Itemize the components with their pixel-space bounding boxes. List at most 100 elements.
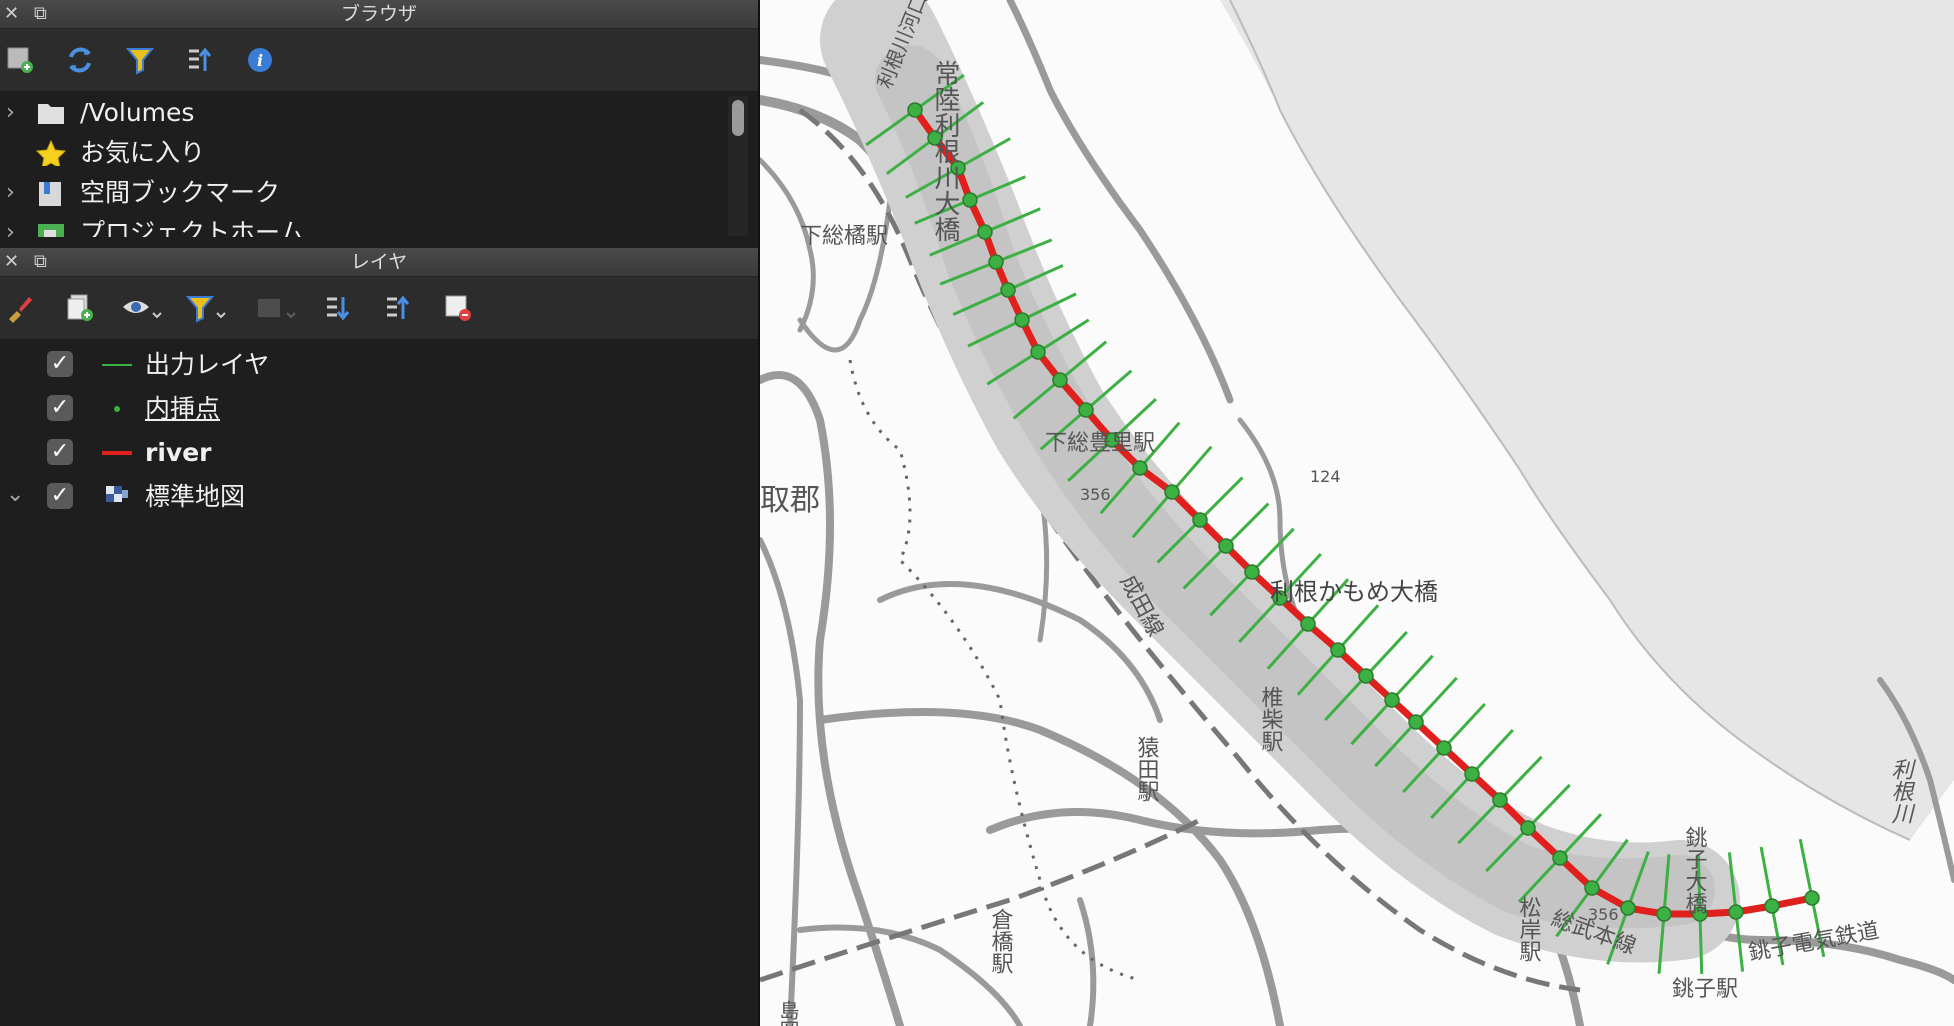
layer-row-standard-map[interactable]: ⌄ ✓ 標準地図 — [0, 478, 720, 516]
refresh-icon[interactable] — [60, 40, 100, 80]
interpolated-point — [1620, 900, 1636, 916]
interpolated-point — [1584, 880, 1600, 896]
folder-icon — [38, 104, 64, 124]
float-panel-icon[interactable]: ⧉ — [34, 248, 47, 276]
bookmark-icon — [39, 182, 61, 206]
chevron-right-icon[interactable]: › — [6, 94, 15, 132]
label-sarada-station: 猿田駅 — [1134, 736, 1160, 802]
layers-panel-title: レイヤ — [350, 251, 408, 273]
interpolated-point — [1728, 904, 1744, 920]
expand-all-icon[interactable] — [318, 288, 358, 328]
close-panel-icon[interactable]: ✕ — [4, 0, 19, 28]
layer-row-river[interactable]: ✓ river — [0, 434, 720, 472]
interpolated-point — [1014, 312, 1030, 328]
filter-icon[interactable] — [120, 40, 160, 80]
layer-visibility-checkbox[interactable]: ✓ — [47, 351, 73, 377]
interpolated-point — [988, 254, 1004, 270]
chevron-right-icon[interactable]: › — [6, 174, 15, 212]
raster-symbol-icon — [106, 486, 128, 502]
interpolated-point — [1358, 668, 1374, 684]
label-choshi-bridge: 銚子大橋 — [1682, 826, 1708, 914]
expression-filter-icon[interactable] — [252, 288, 302, 328]
interpolated-point — [1000, 282, 1016, 298]
label-shiiba-station: 椎柴駅 — [1258, 686, 1284, 752]
interpolated-point — [1656, 906, 1672, 922]
browser-item-bookmarks[interactable]: › 空間ブックマーク — [0, 174, 720, 212]
star-icon — [36, 140, 66, 166]
style-brush-icon[interactable] — [0, 288, 40, 328]
svg-text:i: i — [257, 51, 263, 70]
chevron-down-icon[interactable]: ⌄ — [6, 476, 24, 514]
browser-item-favorites[interactable]: お気に入り — [0, 134, 720, 172]
interpolated-point — [1132, 460, 1148, 476]
collapse-all-icon[interactable] — [180, 40, 220, 80]
browser-panel-titlebar[interactable]: ✕ ⧉ ブラウザ — [0, 0, 758, 29]
remove-layer-icon[interactable] — [438, 288, 478, 328]
label-matsugishi-station: 松岸駅 — [1516, 896, 1542, 962]
interpolated-point — [962, 192, 978, 208]
interpolated-point — [1408, 714, 1424, 730]
chevron-right-icon[interactable]: › — [6, 214, 15, 237]
label-misc-station: 島岡 — [776, 1000, 800, 1026]
add-group-icon[interactable] — [60, 288, 100, 328]
label-shimousa-toyosato: 下総豊里駅 — [1045, 431, 1155, 456]
label-tone-river: 利根川 — [1888, 758, 1914, 824]
label-shimousa-tachibana: 下総橘駅 — [800, 224, 888, 249]
collapse-all-icon[interactable] — [378, 288, 418, 328]
label-route-124: 124 — [1310, 467, 1341, 486]
interpolated-point — [1492, 792, 1508, 808]
layers-panel-titlebar[interactable]: ✕ ⧉ レイヤ — [0, 248, 758, 277]
line-symbol-icon — [102, 451, 132, 455]
label-route-356b: 356 — [1588, 905, 1619, 924]
browser-panel-title: ブラウザ — [340, 3, 417, 25]
browser-item-project-home[interactable]: › プロジェクトホーム — [0, 214, 720, 237]
map-svg[interactable]: 利根川河口 常陸利根川大橋 下総橘駅 下総豊里駅 356 124 取郡 成田線 … — [760, 0, 1954, 1026]
interpolated-point — [1244, 564, 1260, 580]
browser-scrollbar[interactable] — [728, 96, 748, 236]
interpolated-point — [1300, 616, 1316, 632]
interpolated-point — [1218, 538, 1234, 554]
left-dock: ✕ ⧉ ブラウザ i › /Volumes お気に入り › 空間ブックマーク ›… — [0, 0, 760, 1026]
interpolated-point — [1052, 372, 1068, 388]
visibility-eye-icon[interactable] — [118, 288, 168, 328]
interpolated-point — [1764, 898, 1780, 914]
interpolated-point — [1330, 642, 1346, 658]
interpolated-point — [1436, 740, 1452, 756]
browser-toolbar: i — [0, 29, 758, 92]
browser-scroll-thumb[interactable] — [732, 100, 744, 136]
layers-toolbar — [0, 277, 758, 340]
browser-tree: › /Volumes お気に入り › 空間ブックマーク › プロジェクトホーム — [0, 92, 758, 237]
interpolated-point — [1804, 890, 1820, 906]
label-route-356a: 356 — [1080, 485, 1111, 504]
float-panel-icon[interactable]: ⧉ — [34, 0, 47, 28]
layer-visibility-checkbox[interactable]: ✓ — [47, 483, 73, 509]
label-tone-kamome-bridge: 利根かもめ大橋 — [1270, 578, 1438, 606]
filter-legend-icon[interactable] — [182, 288, 232, 328]
interpolated-point — [1520, 820, 1536, 836]
add-layer-icon[interactable] — [0, 40, 40, 80]
layer-row-output[interactable]: ✓ 出力レイヤ — [0, 346, 720, 384]
project-home-icon — [38, 224, 64, 237]
interpolated-point — [1164, 484, 1180, 500]
interpolated-point — [1384, 692, 1400, 708]
interpolated-point — [1552, 850, 1568, 866]
close-panel-icon[interactable]: ✕ — [4, 248, 19, 276]
layer-tree: ✓ 出力レイヤ ✓ 内挿点 ✓ river ⌄ ✓ 標準地図 — [0, 346, 758, 526]
point-symbol-icon — [114, 406, 120, 412]
browser-item-volumes[interactable]: › /Volumes — [0, 94, 720, 132]
layer-visibility-checkbox[interactable]: ✓ — [47, 395, 73, 421]
label-hitachi-bridge: 常陸利根川大橋 — [930, 60, 960, 242]
interpolated-point — [1192, 512, 1208, 528]
label-choshi-railway: 銚子電気鉄道 — [1747, 918, 1881, 966]
interpolated-point — [1464, 766, 1480, 782]
label-katori-gun: 取郡 — [760, 483, 820, 518]
interpolated-point — [1030, 344, 1046, 360]
map-canvas[interactable]: 利根川河口 常陸利根川大橋 下総橘駅 下総豊里駅 356 124 取郡 成田線 … — [760, 0, 1954, 1026]
info-icon[interactable]: i — [240, 40, 280, 80]
layer-visibility-checkbox[interactable]: ✓ — [47, 439, 73, 465]
label-choshi-station: 銚子駅 — [1672, 977, 1738, 1002]
label-kurahashi-station: 倉橋駅 — [988, 908, 1014, 974]
interpolated-point — [977, 224, 993, 240]
line-symbol-icon — [102, 364, 132, 366]
layer-row-interpolated-points[interactable]: ✓ 内挿点 — [0, 390, 720, 428]
